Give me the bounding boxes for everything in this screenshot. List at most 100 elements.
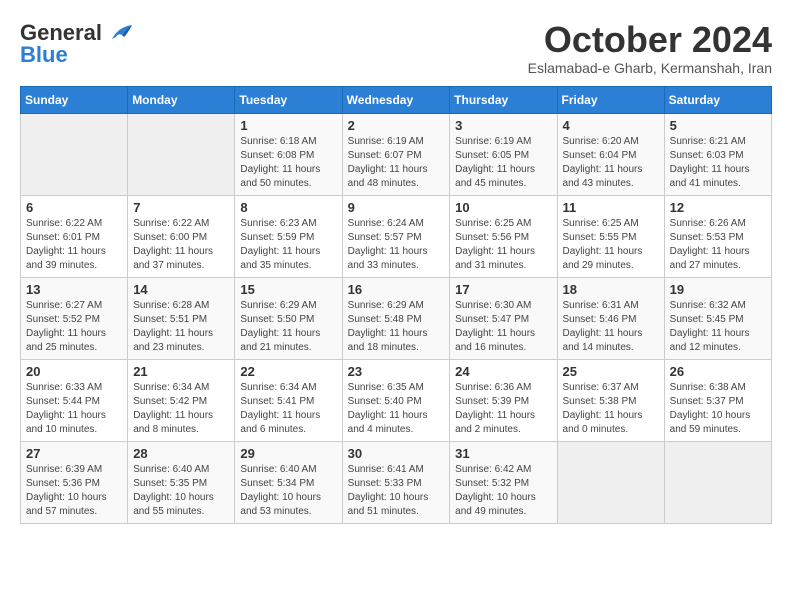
day-info: Sunrise: 6:20 AM Sunset: 6:04 PM Dayligh… xyxy=(563,135,659,191)
daylight: Daylight: 11 hours and 25 minutes. xyxy=(26,328,106,353)
sunset: Sunset: 5:44 PM xyxy=(26,396,100,407)
daylight: Daylight: 11 hours and 35 minutes. xyxy=(240,246,320,271)
day-number: 10 xyxy=(455,200,551,215)
title-section: October 2024 Eslamabad-e Gharb, Kermansh… xyxy=(528,20,772,76)
calendar-cell: 26 Sunrise: 6:38 AM Sunset: 5:37 PM Dayl… xyxy=(664,359,771,441)
day-info: Sunrise: 6:36 AM Sunset: 5:39 PM Dayligh… xyxy=(455,381,551,437)
daylight: Daylight: 11 hours and 50 minutes. xyxy=(240,164,320,189)
header-wednesday: Wednesday xyxy=(342,86,450,113)
day-info: Sunrise: 6:33 AM Sunset: 5:44 PM Dayligh… xyxy=(26,381,122,437)
calendar-cell: 15 Sunrise: 6:29 AM Sunset: 5:50 PM Dayl… xyxy=(235,277,342,359)
sunset: Sunset: 5:48 PM xyxy=(348,314,422,325)
day-info: Sunrise: 6:28 AM Sunset: 5:51 PM Dayligh… xyxy=(133,299,229,355)
calendar-cell: 14 Sunrise: 6:28 AM Sunset: 5:51 PM Dayl… xyxy=(128,277,235,359)
day-number: 6 xyxy=(26,200,122,215)
sunrise: Sunrise: 6:30 AM xyxy=(455,300,531,311)
day-info: Sunrise: 6:21 AM Sunset: 6:03 PM Dayligh… xyxy=(670,135,766,191)
logo-blue: Blue xyxy=(20,42,68,68)
day-number: 5 xyxy=(670,118,766,133)
calendar-cell: 30 Sunrise: 6:41 AM Sunset: 5:33 PM Dayl… xyxy=(342,441,450,523)
location: Eslamabad-e Gharb, Kermanshah, Iran xyxy=(528,60,772,76)
daylight: Daylight: 11 hours and 31 minutes. xyxy=(455,246,535,271)
day-number: 27 xyxy=(26,446,122,461)
sunset: Sunset: 5:57 PM xyxy=(348,232,422,243)
sunrise: Sunrise: 6:36 AM xyxy=(455,382,531,393)
daylight: Daylight: 11 hours and 45 minutes. xyxy=(455,164,535,189)
sunset: Sunset: 5:33 PM xyxy=(348,478,422,489)
sunset: Sunset: 6:03 PM xyxy=(670,150,744,161)
sunset: Sunset: 5:42 PM xyxy=(133,396,207,407)
sunrise: Sunrise: 6:22 AM xyxy=(26,218,102,229)
calendar-cell: 11 Sunrise: 6:25 AM Sunset: 5:55 PM Dayl… xyxy=(557,195,664,277)
calendar-cell: 4 Sunrise: 6:20 AM Sunset: 6:04 PM Dayli… xyxy=(557,113,664,195)
daylight: Daylight: 11 hours and 27 minutes. xyxy=(670,246,750,271)
calendar-cell: 22 Sunrise: 6:34 AM Sunset: 5:41 PM Dayl… xyxy=(235,359,342,441)
sunset: Sunset: 6:01 PM xyxy=(26,232,100,243)
calendar-cell: 31 Sunrise: 6:42 AM Sunset: 5:32 PM Dayl… xyxy=(450,441,557,523)
daylight: Daylight: 11 hours and 48 minutes. xyxy=(348,164,428,189)
sunset: Sunset: 6:04 PM xyxy=(563,150,637,161)
day-info: Sunrise: 6:29 AM Sunset: 5:48 PM Dayligh… xyxy=(348,299,445,355)
header-sunday: Sunday xyxy=(21,86,128,113)
sunset: Sunset: 5:52 PM xyxy=(26,314,100,325)
day-number: 13 xyxy=(26,282,122,297)
day-number: 19 xyxy=(670,282,766,297)
sunset: Sunset: 5:32 PM xyxy=(455,478,529,489)
day-info: Sunrise: 6:39 AM Sunset: 5:36 PM Dayligh… xyxy=(26,463,122,519)
week-row-5: 27 Sunrise: 6:39 AM Sunset: 5:36 PM Dayl… xyxy=(21,441,772,523)
calendar-table: SundayMondayTuesdayWednesdayThursdayFrid… xyxy=(20,86,772,524)
day-info: Sunrise: 6:37 AM Sunset: 5:38 PM Dayligh… xyxy=(563,381,659,437)
day-number: 2 xyxy=(348,118,445,133)
day-number: 22 xyxy=(240,364,336,379)
daylight: Daylight: 11 hours and 41 minutes. xyxy=(670,164,750,189)
daylight: Daylight: 11 hours and 33 minutes. xyxy=(348,246,428,271)
daylight: Daylight: 11 hours and 39 minutes. xyxy=(26,246,106,271)
sunset: Sunset: 5:56 PM xyxy=(455,232,529,243)
day-number: 9 xyxy=(348,200,445,215)
sunrise: Sunrise: 6:24 AM xyxy=(348,218,424,229)
calendar-cell: 29 Sunrise: 6:40 AM Sunset: 5:34 PM Dayl… xyxy=(235,441,342,523)
day-info: Sunrise: 6:40 AM Sunset: 5:34 PM Dayligh… xyxy=(240,463,336,519)
sunset: Sunset: 5:40 PM xyxy=(348,396,422,407)
sunset: Sunset: 5:55 PM xyxy=(563,232,637,243)
sunset: Sunset: 5:53 PM xyxy=(670,232,744,243)
calendar-cell: 23 Sunrise: 6:35 AM Sunset: 5:40 PM Dayl… xyxy=(342,359,450,441)
sunset: Sunset: 5:37 PM xyxy=(670,396,744,407)
day-info: Sunrise: 6:22 AM Sunset: 6:00 PM Dayligh… xyxy=(133,217,229,273)
daylight: Daylight: 10 hours and 55 minutes. xyxy=(133,492,214,517)
daylight: Daylight: 11 hours and 2 minutes. xyxy=(455,410,535,435)
daylight: Daylight: 11 hours and 12 minutes. xyxy=(670,328,750,353)
sunrise: Sunrise: 6:20 AM xyxy=(563,136,639,147)
week-row-4: 20 Sunrise: 6:33 AM Sunset: 5:44 PM Dayl… xyxy=(21,359,772,441)
sunrise: Sunrise: 6:32 AM xyxy=(670,300,746,311)
sunset: Sunset: 6:07 PM xyxy=(348,150,422,161)
day-number: 20 xyxy=(26,364,122,379)
page-header: General Blue October 2024 Eslamabad-e Gh… xyxy=(20,20,772,76)
header-thursday: Thursday xyxy=(450,86,557,113)
day-number: 29 xyxy=(240,446,336,461)
daylight: Daylight: 11 hours and 23 minutes. xyxy=(133,328,213,353)
calendar-cell: 19 Sunrise: 6:32 AM Sunset: 5:45 PM Dayl… xyxy=(664,277,771,359)
day-number: 1 xyxy=(240,118,336,133)
sunrise: Sunrise: 6:35 AM xyxy=(348,382,424,393)
sunrise: Sunrise: 6:29 AM xyxy=(240,300,316,311)
sunrise: Sunrise: 6:29 AM xyxy=(348,300,424,311)
week-row-3: 13 Sunrise: 6:27 AM Sunset: 5:52 PM Dayl… xyxy=(21,277,772,359)
calendar-cell: 7 Sunrise: 6:22 AM Sunset: 6:00 PM Dayli… xyxy=(128,195,235,277)
day-number: 14 xyxy=(133,282,229,297)
day-number: 17 xyxy=(455,282,551,297)
day-info: Sunrise: 6:19 AM Sunset: 6:07 PM Dayligh… xyxy=(348,135,445,191)
sunset: Sunset: 6:00 PM xyxy=(133,232,207,243)
daylight: Daylight: 11 hours and 6 minutes. xyxy=(240,410,320,435)
header-tuesday: Tuesday xyxy=(235,86,342,113)
week-row-1: 1 Sunrise: 6:18 AM Sunset: 6:08 PM Dayli… xyxy=(21,113,772,195)
calendar-cell: 9 Sunrise: 6:24 AM Sunset: 5:57 PM Dayli… xyxy=(342,195,450,277)
sunset: Sunset: 5:38 PM xyxy=(563,396,637,407)
sunrise: Sunrise: 6:40 AM xyxy=(133,464,209,475)
sunset: Sunset: 5:46 PM xyxy=(563,314,637,325)
sunrise: Sunrise: 6:26 AM xyxy=(670,218,746,229)
sunset: Sunset: 5:34 PM xyxy=(240,478,314,489)
day-info: Sunrise: 6:35 AM Sunset: 5:40 PM Dayligh… xyxy=(348,381,445,437)
daylight: Daylight: 11 hours and 8 minutes. xyxy=(133,410,213,435)
day-info: Sunrise: 6:23 AM Sunset: 5:59 PM Dayligh… xyxy=(240,217,336,273)
